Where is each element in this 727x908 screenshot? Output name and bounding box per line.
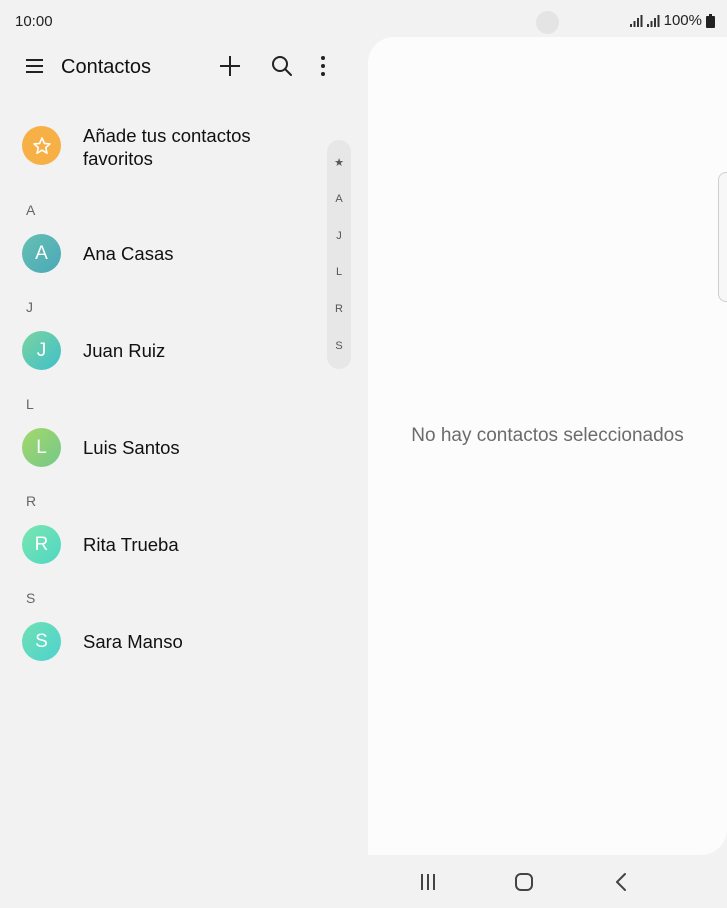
search-button[interactable] (269, 53, 295, 79)
add-favorites-label[interactable]: Añade tus contactos favoritos (83, 124, 313, 170)
contact-name: Juan Ruiz (83, 340, 166, 361)
alphabet-index-scroller[interactable]: ★ A J L R S (327, 140, 351, 369)
plus-icon (220, 56, 240, 76)
recents-button[interactable] (413, 869, 443, 895)
status-time: 10:00 (15, 13, 53, 30)
contact-name: Ana Casas (83, 243, 174, 264)
contact-row-ana-casas[interactable]: A Ana Casas (0, 224, 320, 284)
section-header-r: R (26, 493, 37, 509)
avatar: S (22, 622, 61, 661)
battery-icon (706, 13, 715, 28)
index-item-a[interactable]: A (327, 193, 351, 205)
index-item-l[interactable]: L (327, 266, 351, 278)
signal-icon (629, 14, 643, 27)
signal-icon (646, 14, 660, 27)
favorites-avatar[interactable] (22, 126, 61, 165)
recents-icon (421, 874, 435, 890)
avatar: L (22, 428, 61, 467)
section-header-l: L (26, 396, 34, 412)
more-vert-icon (321, 56, 325, 76)
empty-detail-message: No hay contactos seleccionados (411, 425, 684, 446)
avatar: A (22, 234, 61, 273)
section-header-j: J (26, 299, 33, 315)
contact-row-juan-ruiz[interactable]: J Juan Ruiz (0, 321, 320, 381)
page-title: Contactos (61, 56, 152, 78)
index-item-r[interactable]: R (327, 303, 351, 315)
edge-panel-handle[interactable] (718, 172, 727, 302)
back-icon (616, 873, 626, 891)
home-icon (515, 873, 533, 891)
index-item-favorites[interactable]: ★ (327, 156, 351, 169)
back-button[interactable] (606, 869, 636, 895)
more-options-button[interactable] (310, 53, 336, 79)
star-icon (32, 136, 51, 154)
contact-row-rita-trueba[interactable]: R Rita Trueba (0, 515, 320, 575)
section-header-a: A (26, 202, 36, 218)
avatar: J (22, 331, 61, 370)
contact-name: Sara Manso (83, 631, 183, 652)
section-header-s: S (26, 590, 36, 606)
contact-row-sara-manso[interactable]: S Sara Manso (0, 612, 320, 672)
menu-button[interactable] (24, 55, 46, 77)
index-item-j[interactable]: J (327, 230, 351, 242)
index-item-s[interactable]: S (327, 340, 351, 352)
menu-icon (26, 59, 43, 73)
contact-name: Luis Santos (83, 437, 180, 458)
status-indicators: 100% (629, 12, 715, 29)
camera-cutout (536, 11, 559, 34)
add-contact-button[interactable] (217, 53, 243, 79)
contact-row-luis-santos[interactable]: L Luis Santos (0, 418, 320, 478)
battery-percent: 100% (663, 12, 702, 29)
contact-name: Rita Trueba (83, 534, 179, 555)
avatar: R (22, 525, 61, 564)
search-icon (272, 56, 292, 76)
home-button[interactable] (509, 869, 539, 895)
